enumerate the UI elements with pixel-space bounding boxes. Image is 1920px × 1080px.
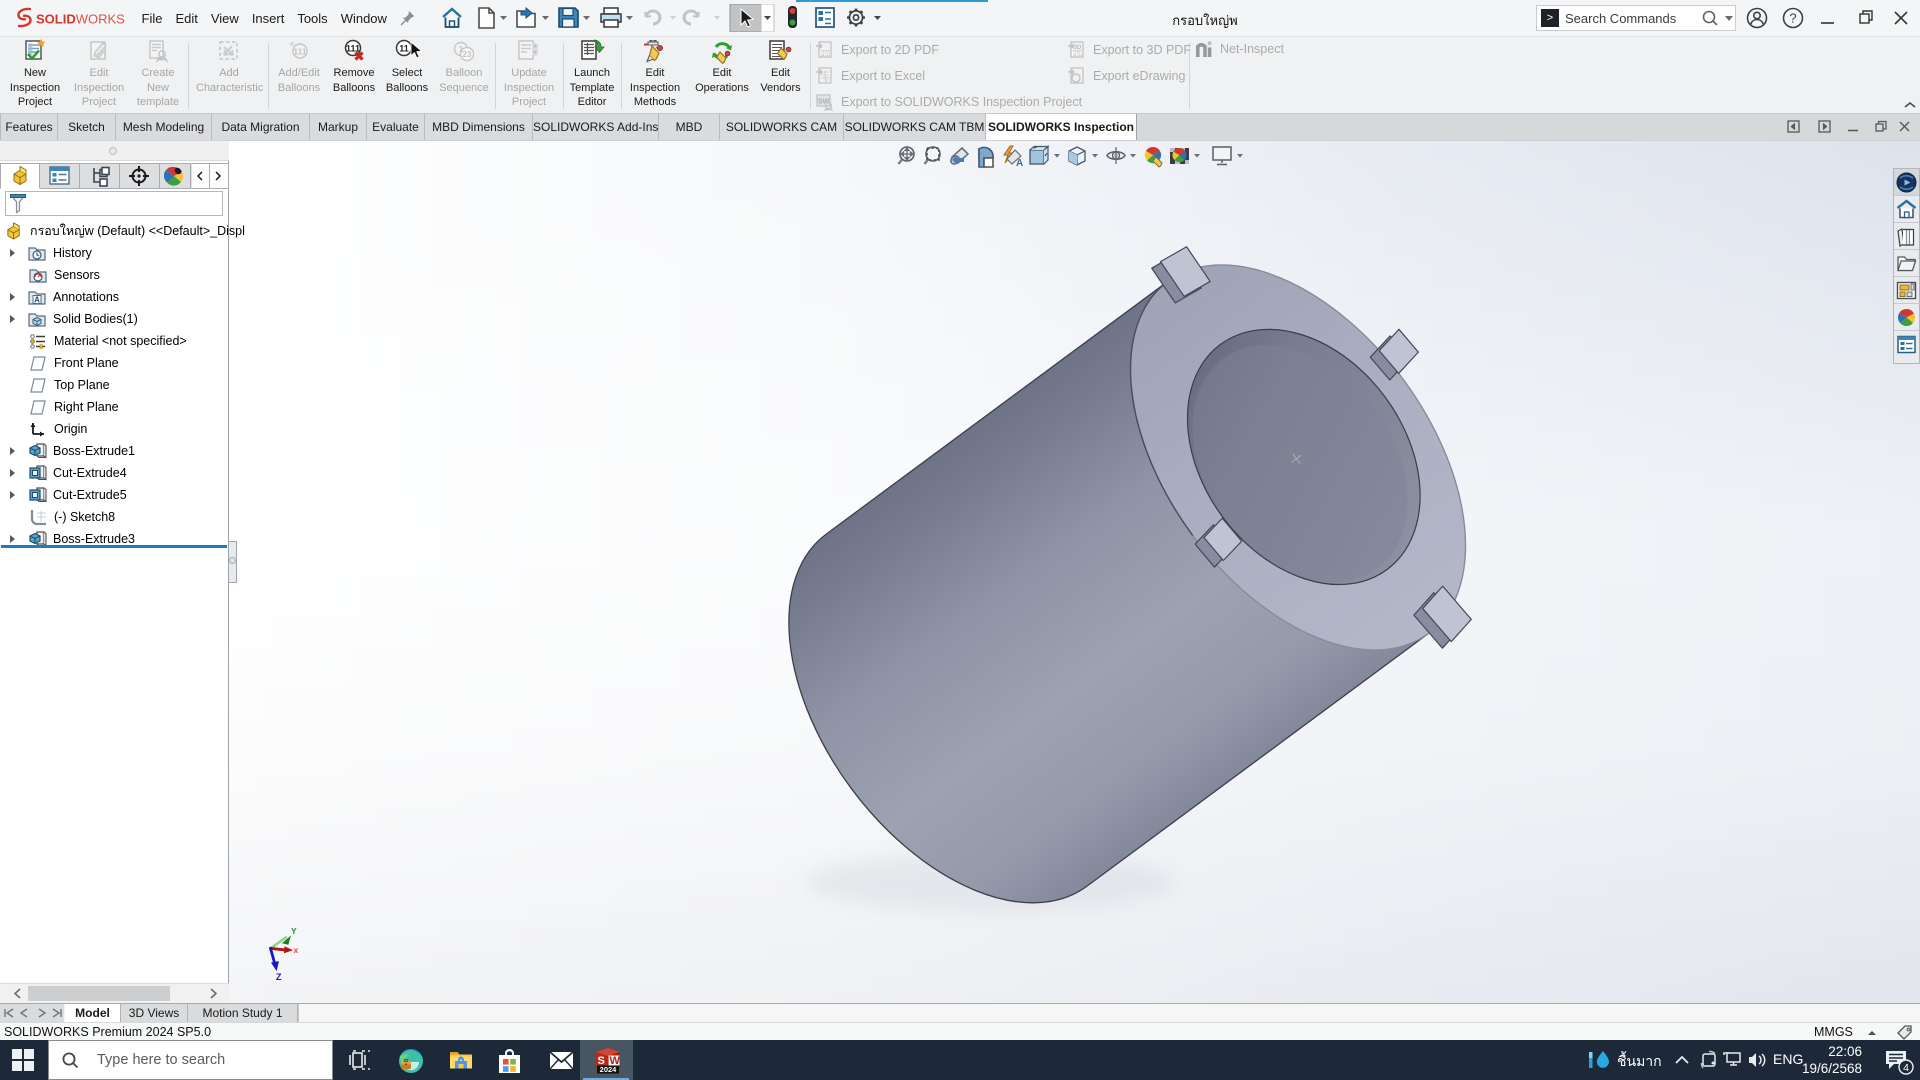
- svg-text:Y: Y: [291, 926, 297, 936]
- svg-text:A: A: [1016, 158, 1023, 169]
- svg-text:111: 111: [293, 47, 307, 57]
- svg-text:2024: 2024: [600, 1065, 618, 1074]
- svg-text:X: X: [827, 78, 831, 84]
- svg-text:Z: Z: [276, 972, 282, 982]
- svg-text:23: 23: [463, 50, 472, 59]
- svg-text:SOLIDWORKS: SOLIDWORKS: [36, 12, 125, 27]
- svg-text:x: x: [294, 945, 299, 955]
- svg-text:4: 4: [1903, 1062, 1909, 1074]
- svg-text:PDF: PDF: [820, 52, 832, 58]
- svg-text:PDF: PDF: [1072, 52, 1084, 58]
- svg-text:11: 11: [399, 44, 409, 54]
- svg-text:111: 111: [346, 44, 360, 54]
- svg-text:A: A: [34, 295, 40, 304]
- svg-text:?: ?: [1789, 11, 1796, 26]
